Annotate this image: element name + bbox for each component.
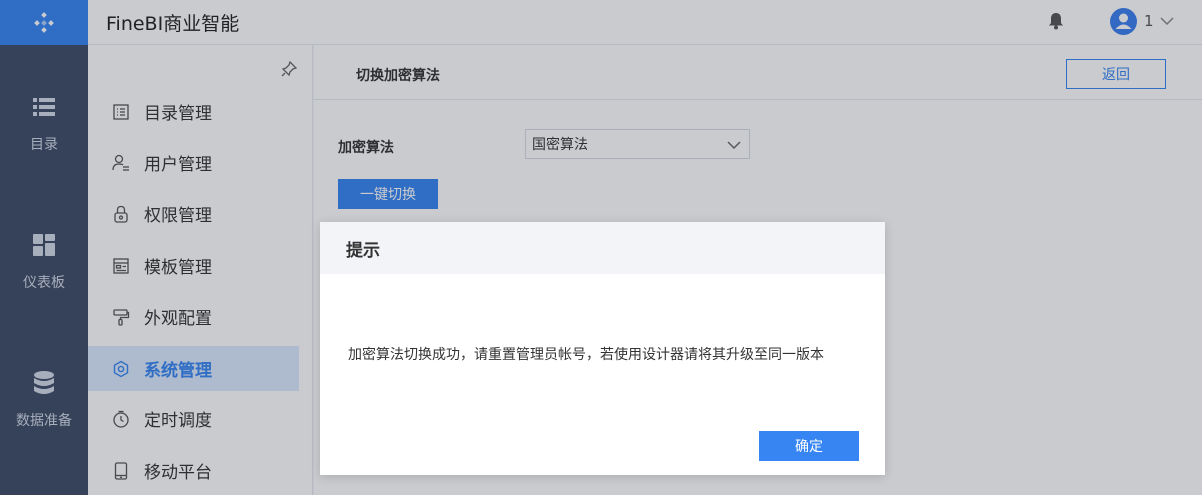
confirm-button[interactable]: 确定 bbox=[759, 431, 859, 461]
alert-dialog: 提示 加密算法切换成功，请重置管理员帐号，若使用设计器请将其升级至同一版本 确定 bbox=[320, 222, 885, 475]
dialog-title: 提示 bbox=[320, 222, 885, 274]
dialog-message: 加密算法切换成功，请重置管理员帐号，若使用设计器请将其升级至同一版本 bbox=[348, 347, 824, 363]
